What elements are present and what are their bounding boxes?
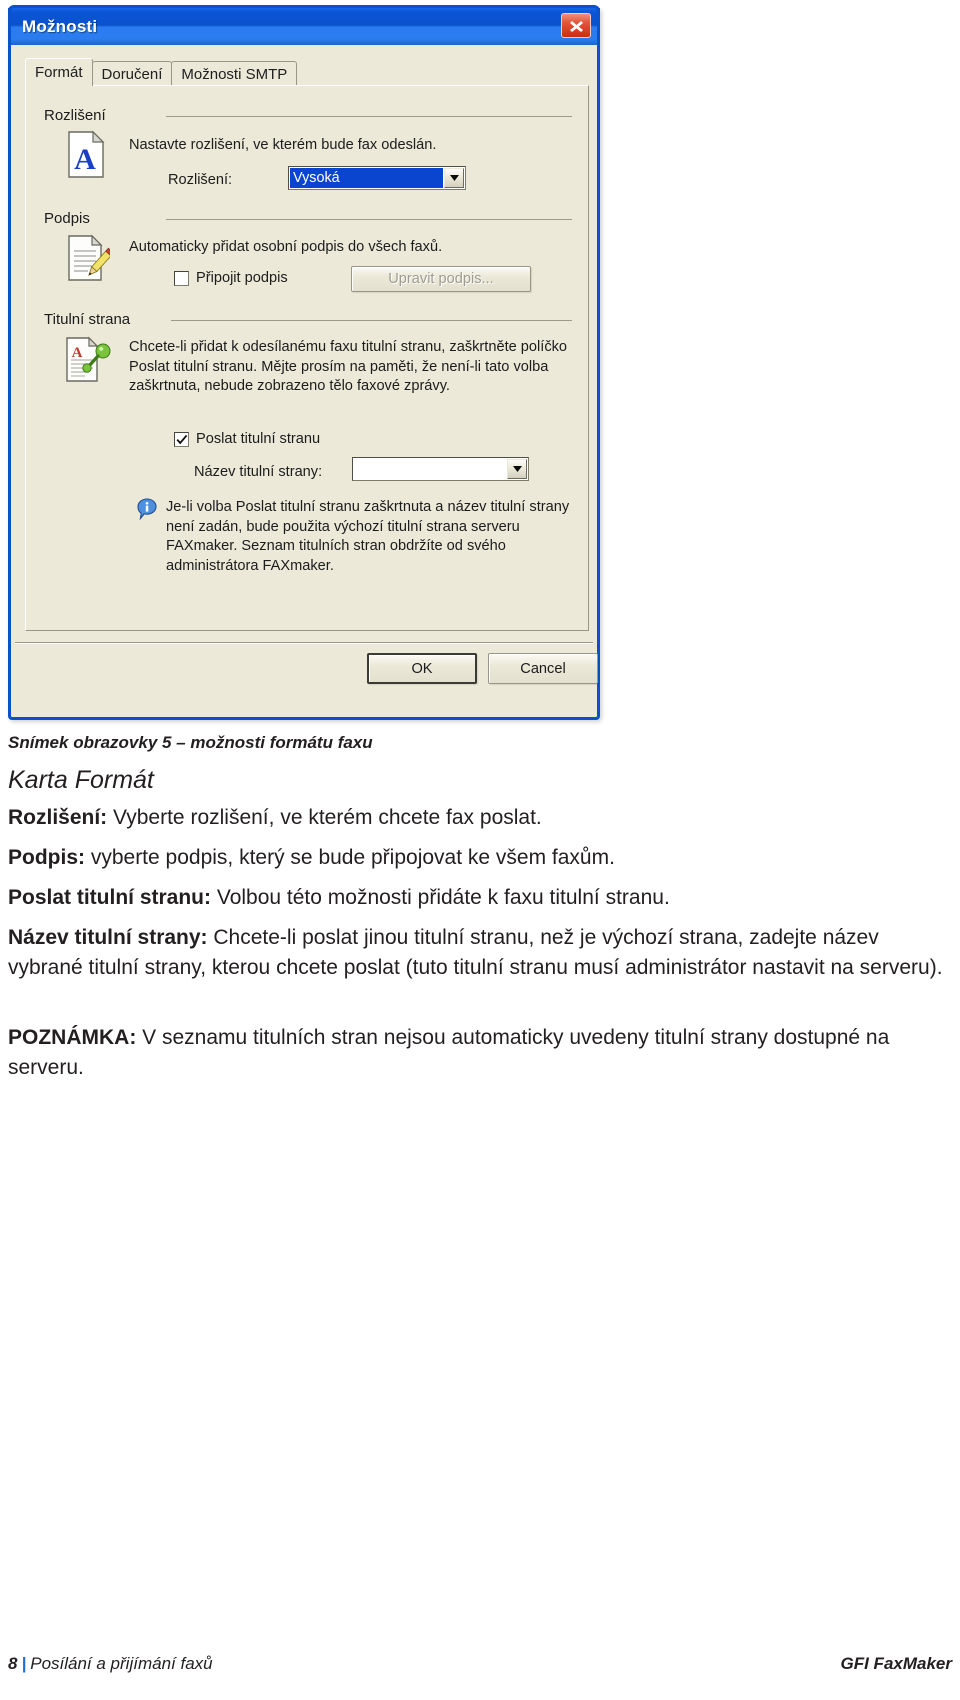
- group-label-signature: Podpis: [44, 210, 97, 227]
- coverpage-name-combobox[interactable]: [352, 457, 529, 481]
- paragraph-resolution-term: Rozlišení:: [8, 806, 108, 829]
- options-dialog: Možnosti Formát Doručení Možnosti SMTP R…: [8, 5, 600, 720]
- paragraph-send-coverpage: Poslat titulní stranu: Volbou této možno…: [8, 883, 952, 913]
- paragraph-signature-text: vyberte podpis, který se bude připojovat…: [85, 846, 615, 869]
- signature-page-pencil-icon: [66, 234, 115, 289]
- footer-separator: |: [21, 1654, 27, 1673]
- footer-brand: GFI FaxMaker: [840, 1654, 953, 1673]
- tab-smtp-options[interactable]: Možnosti SMTP: [171, 61, 298, 86]
- footer-left: 8 | Posílání a přijímání faxů: [8, 1654, 213, 1674]
- attach-signature-checkbox-row[interactable]: Připojit podpis: [174, 270, 288, 286]
- coverpage-description: Chcete-li přidat k odesílanému faxu titu…: [129, 339, 568, 394]
- edit-signature-button-label: Upravit podpis...: [388, 271, 494, 287]
- tab-delivery-label: Doručení: [101, 65, 163, 83]
- paragraph-send-coverpage-term: Poslat titulní stranu:: [8, 886, 212, 909]
- tab-format-label: Formát: [35, 64, 83, 81]
- svg-text:A: A: [72, 345, 83, 361]
- group-rule-resolution: [166, 116, 572, 117]
- tab-strip: Formát Doručení Možnosti SMTP: [25, 58, 589, 86]
- resolution-field-label: Rozlišení:: [168, 172, 233, 188]
- resolution-combobox-value: Vysoká: [290, 168, 443, 188]
- paragraph-note-term: POZNÁMKA:: [8, 1026, 137, 1049]
- footer-section: Posílání a přijímání faxů: [30, 1654, 213, 1673]
- send-coverpage-checkbox[interactable]: [174, 431, 189, 447]
- group-rule-coverpage: [171, 320, 572, 321]
- paragraph-note-text: V seznamu titulních stran nejsou automat…: [8, 1026, 890, 1079]
- tab-smtp-options-label: Možnosti SMTP: [181, 65, 288, 83]
- figure-caption: Snímek obrazovky 5 – možnosti formátu fa…: [8, 733, 373, 752]
- paragraph-signature: Podpis: vyberte podpis, který se bude př…: [8, 843, 952, 873]
- page-footer: 8 | Posílání a přijímání faxů GFI FaxMaker: [8, 1654, 952, 1674]
- dialog-titlebar: Možnosti: [8, 5, 600, 45]
- send-coverpage-checkbox-row[interactable]: Poslat titulní stranu: [174, 431, 320, 447]
- chevron-down-icon[interactable]: [444, 168, 464, 188]
- paragraph-send-coverpage-text: Volbou této možnosti přidáte k faxu titu…: [211, 886, 670, 909]
- cancel-button-label: Cancel: [520, 660, 566, 677]
- resolution-page-icon: A: [66, 130, 106, 185]
- edit-signature-button[interactable]: Upravit podpis...: [351, 266, 531, 292]
- coverpage-name-combobox-value: [353, 458, 507, 480]
- tab-format[interactable]: Formát: [25, 58, 93, 86]
- resolution-description: Nastavte rozlišení, ve kterém bude fax o…: [129, 137, 437, 153]
- send-coverpage-label: Poslat titulní stranu: [196, 431, 321, 447]
- svg-text:A: A: [74, 143, 96, 176]
- close-icon[interactable]: [561, 13, 591, 38]
- info-icon: [137, 498, 157, 525]
- ok-button-label: OK: [411, 660, 433, 677]
- tab-page-format: Rozlišení A Nastavte rozlišení, ve které…: [25, 85, 589, 631]
- page-title: Karta Formát: [8, 766, 154, 794]
- paragraph-resolution: Rozlišení: Vyberte rozlišení, ve kterém …: [8, 803, 952, 833]
- group-rule-signature: [166, 219, 572, 220]
- attach-signature-label: Připojit podpis: [196, 270, 288, 286]
- signature-description: Automaticky přidat osobní podpis do všec…: [129, 239, 443, 255]
- attach-signature-checkbox[interactable]: [174, 270, 189, 286]
- coverpage-icon: A: [64, 334, 112, 391]
- coverpage-note: Je-li volba Poslat titulní stranu zaškrt…: [166, 499, 570, 574]
- paragraph-coverpage-name-term: Název titulní strany:: [8, 926, 208, 949]
- ok-button[interactable]: OK: [367, 653, 477, 684]
- paragraph-resolution-text: Vyberte rozlišení, ve kterém chcete fax …: [107, 806, 542, 829]
- chevron-down-icon[interactable]: [507, 459, 527, 479]
- coverpage-name-label: Název titulní strany:: [194, 464, 323, 480]
- cancel-button[interactable]: Cancel: [488, 653, 598, 684]
- group-label-coverpage: Titulní strana: [44, 311, 138, 328]
- paragraph-note: POZNÁMKA: V seznamu titulních stran nejs…: [8, 1023, 952, 1083]
- group-label-resolution: Rozlišení: [44, 107, 113, 124]
- dialog-footer-divider: [15, 642, 593, 644]
- dialog-title: Možnosti: [22, 16, 98, 36]
- tab-delivery[interactable]: Doručení: [91, 61, 173, 86]
- paragraph-signature-term: Podpis:: [8, 846, 85, 869]
- resolution-combobox[interactable]: Vysoká: [288, 166, 466, 190]
- paragraph-coverpage-name: Název titulní strany: Chcete-li poslat j…: [8, 923, 952, 983]
- page-root: Možnosti Formát Doručení Možnosti SMTP R…: [0, 0, 960, 1700]
